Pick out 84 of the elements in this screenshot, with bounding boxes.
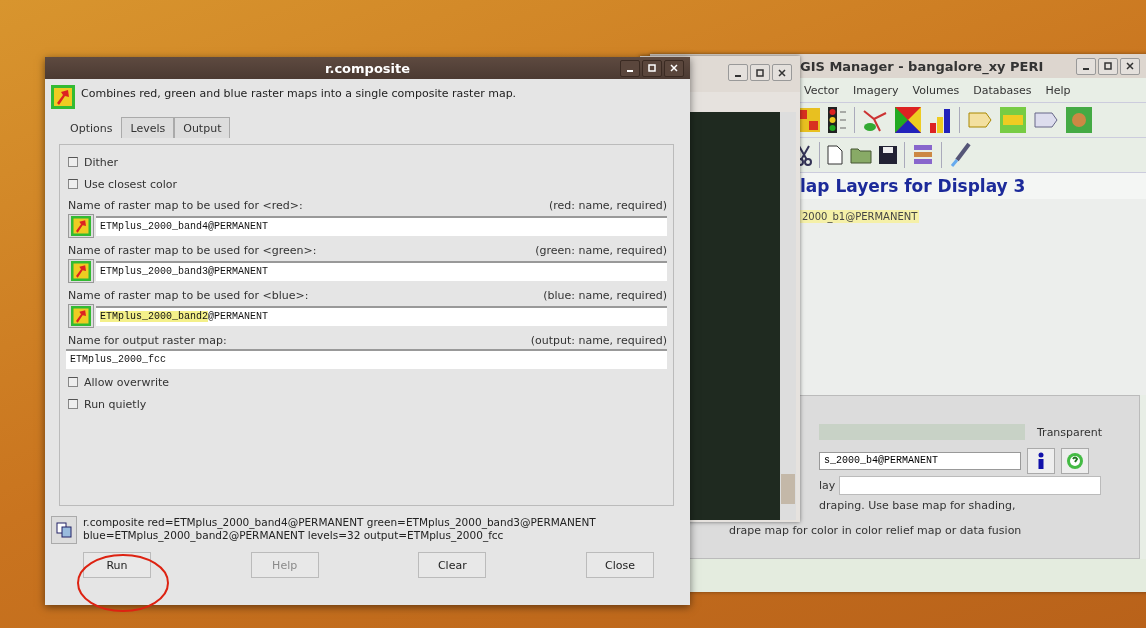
- label-icon[interactable]: [1033, 109, 1059, 131]
- checkbox[interactable]: [68, 157, 78, 167]
- vector-lines-icon[interactable]: [862, 107, 888, 133]
- close-button[interactable]: [1120, 57, 1140, 75]
- tab[interactable]: Output: [174, 117, 231, 138]
- field-hint: (blue: name, required): [543, 289, 667, 302]
- close-icon: [1126, 62, 1134, 70]
- menu-item[interactable]: Volumes: [912, 83, 960, 97]
- minimize-icon: [627, 70, 633, 72]
- maximize-icon: [756, 68, 764, 77]
- close-icon: [670, 64, 678, 72]
- field-label: lay: [819, 479, 836, 492]
- info-button[interactable]: [1027, 448, 1055, 474]
- window-title: GIS Manager - bangalore_xy PERI: [800, 58, 1044, 74]
- raster-map-icon: [51, 85, 75, 109]
- copy-icon: [56, 522, 72, 538]
- triangles-icon[interactable]: [895, 107, 921, 133]
- minimize-button[interactable]: [620, 59, 640, 77]
- map-select-button[interactable]: [68, 214, 94, 238]
- dialog-button[interactable]: Close: [585, 552, 654, 578]
- checkbox-label: Use closest color: [84, 177, 177, 191]
- minimize-icon: [735, 74, 741, 77]
- minimize-button[interactable]: [1076, 57, 1096, 75]
- checkbox-label: Dither: [84, 155, 119, 169]
- brush-icon[interactable]: [949, 142, 973, 168]
- checkbox-label: Allow overwrite: [84, 375, 170, 389]
- minimize-button[interactable]: [728, 64, 748, 81]
- dialog-button[interactable]: Run: [83, 552, 151, 578]
- raster-map-icon: [71, 306, 91, 326]
- field-hint: (green: name, required): [535, 244, 667, 257]
- help-text: draping. Use base map for shading,: [819, 499, 1017, 512]
- description-text: Combines red, green and blue raster maps into a single composite raster map.: [81, 87, 517, 100]
- tab[interactable]: Levels: [121, 117, 175, 138]
- close-button[interactable]: [772, 64, 792, 81]
- bar-chart-icon[interactable]: [928, 107, 952, 133]
- info-icon: [1036, 452, 1046, 470]
- field-label: Name of raster map to be used for <red>:: [68, 199, 303, 212]
- field-label: Name of raster map to be used for <blue>:: [68, 289, 309, 302]
- raster-map-icon: [71, 261, 91, 281]
- input-field[interactable]: [839, 476, 1102, 495]
- menu-item[interactable]: Help: [1045, 83, 1071, 97]
- checkbox[interactable]: [68, 399, 78, 409]
- map-tile-icon[interactable]: [1066, 107, 1092, 133]
- maximize-button[interactable]: [750, 64, 770, 81]
- input-field[interactable]: ETMplus_2000_fcc: [66, 349, 667, 369]
- close-button[interactable]: [664, 59, 684, 77]
- layer-item[interactable]: 2000_b1@PERMANENT: [800, 210, 920, 223]
- menu-item[interactable]: Databases: [973, 83, 1032, 97]
- maximize-button[interactable]: [1098, 57, 1118, 75]
- field-label: Name for output raster map:: [68, 334, 227, 347]
- save-icon[interactable]: [879, 146, 897, 164]
- close-icon: [778, 68, 786, 77]
- layers-icon[interactable]: [912, 143, 934, 167]
- map-field[interactable]: s_2000_b4@PERMANENT: [819, 452, 1021, 470]
- copy-button[interactable]: [51, 516, 77, 544]
- window-title: r.composite: [324, 60, 411, 76]
- maximize-button[interactable]: [642, 59, 662, 77]
- map-select-button[interactable]: [68, 259, 94, 283]
- command-line: r.composite red=ETMplus_2000_band4@PERMANENT green=ETMplus_2000_band3@PERMANENT: [83, 516, 596, 529]
- dialog-button[interactable]: Clear: [418, 552, 487, 578]
- input-field[interactable]: ETMplus_2000_band4@PERMANENT: [96, 216, 667, 236]
- menu-item[interactable]: Vector: [804, 83, 840, 97]
- raster-map-icon: [71, 216, 91, 236]
- maximize-icon: [648, 64, 656, 72]
- field-hint: (red: name, required): [548, 199, 667, 212]
- maximize-icon: [1104, 62, 1112, 70]
- help-text: drape map for color in color relief map or data fusion: [729, 524, 1023, 537]
- folder-icon[interactable]: [850, 146, 872, 164]
- map-select-button[interactable]: [68, 304, 94, 328]
- help-icon: [1066, 452, 1084, 470]
- menu-item[interactable]: Imagery: [853, 83, 899, 97]
- field-hint: (output: name, required): [530, 334, 667, 347]
- checkbox-label: Run quietly: [84, 397, 147, 411]
- checkbox[interactable]: [68, 179, 78, 189]
- scrollbar[interactable]: [780, 112, 796, 520]
- minimize-icon: [1083, 68, 1089, 70]
- input-field[interactable]: ETMplus_2000_band3@PERMANENT: [96, 261, 667, 281]
- field-label: Name of raster map to be used for <green>:: [68, 244, 317, 257]
- legend-icon[interactable]: [827, 107, 847, 133]
- opacity-label: Transparent: [1037, 425, 1103, 439]
- checkbox[interactable]: [68, 377, 78, 387]
- command-line: blue=ETMplus_2000_band2@PERMANENT levels=32 output=ETMplus_2000_fcc: [83, 529, 505, 542]
- input-field[interactable]: ETMplus_2000_band2@PERMANENT: [96, 306, 667, 326]
- document-icon[interactable]: [827, 145, 843, 165]
